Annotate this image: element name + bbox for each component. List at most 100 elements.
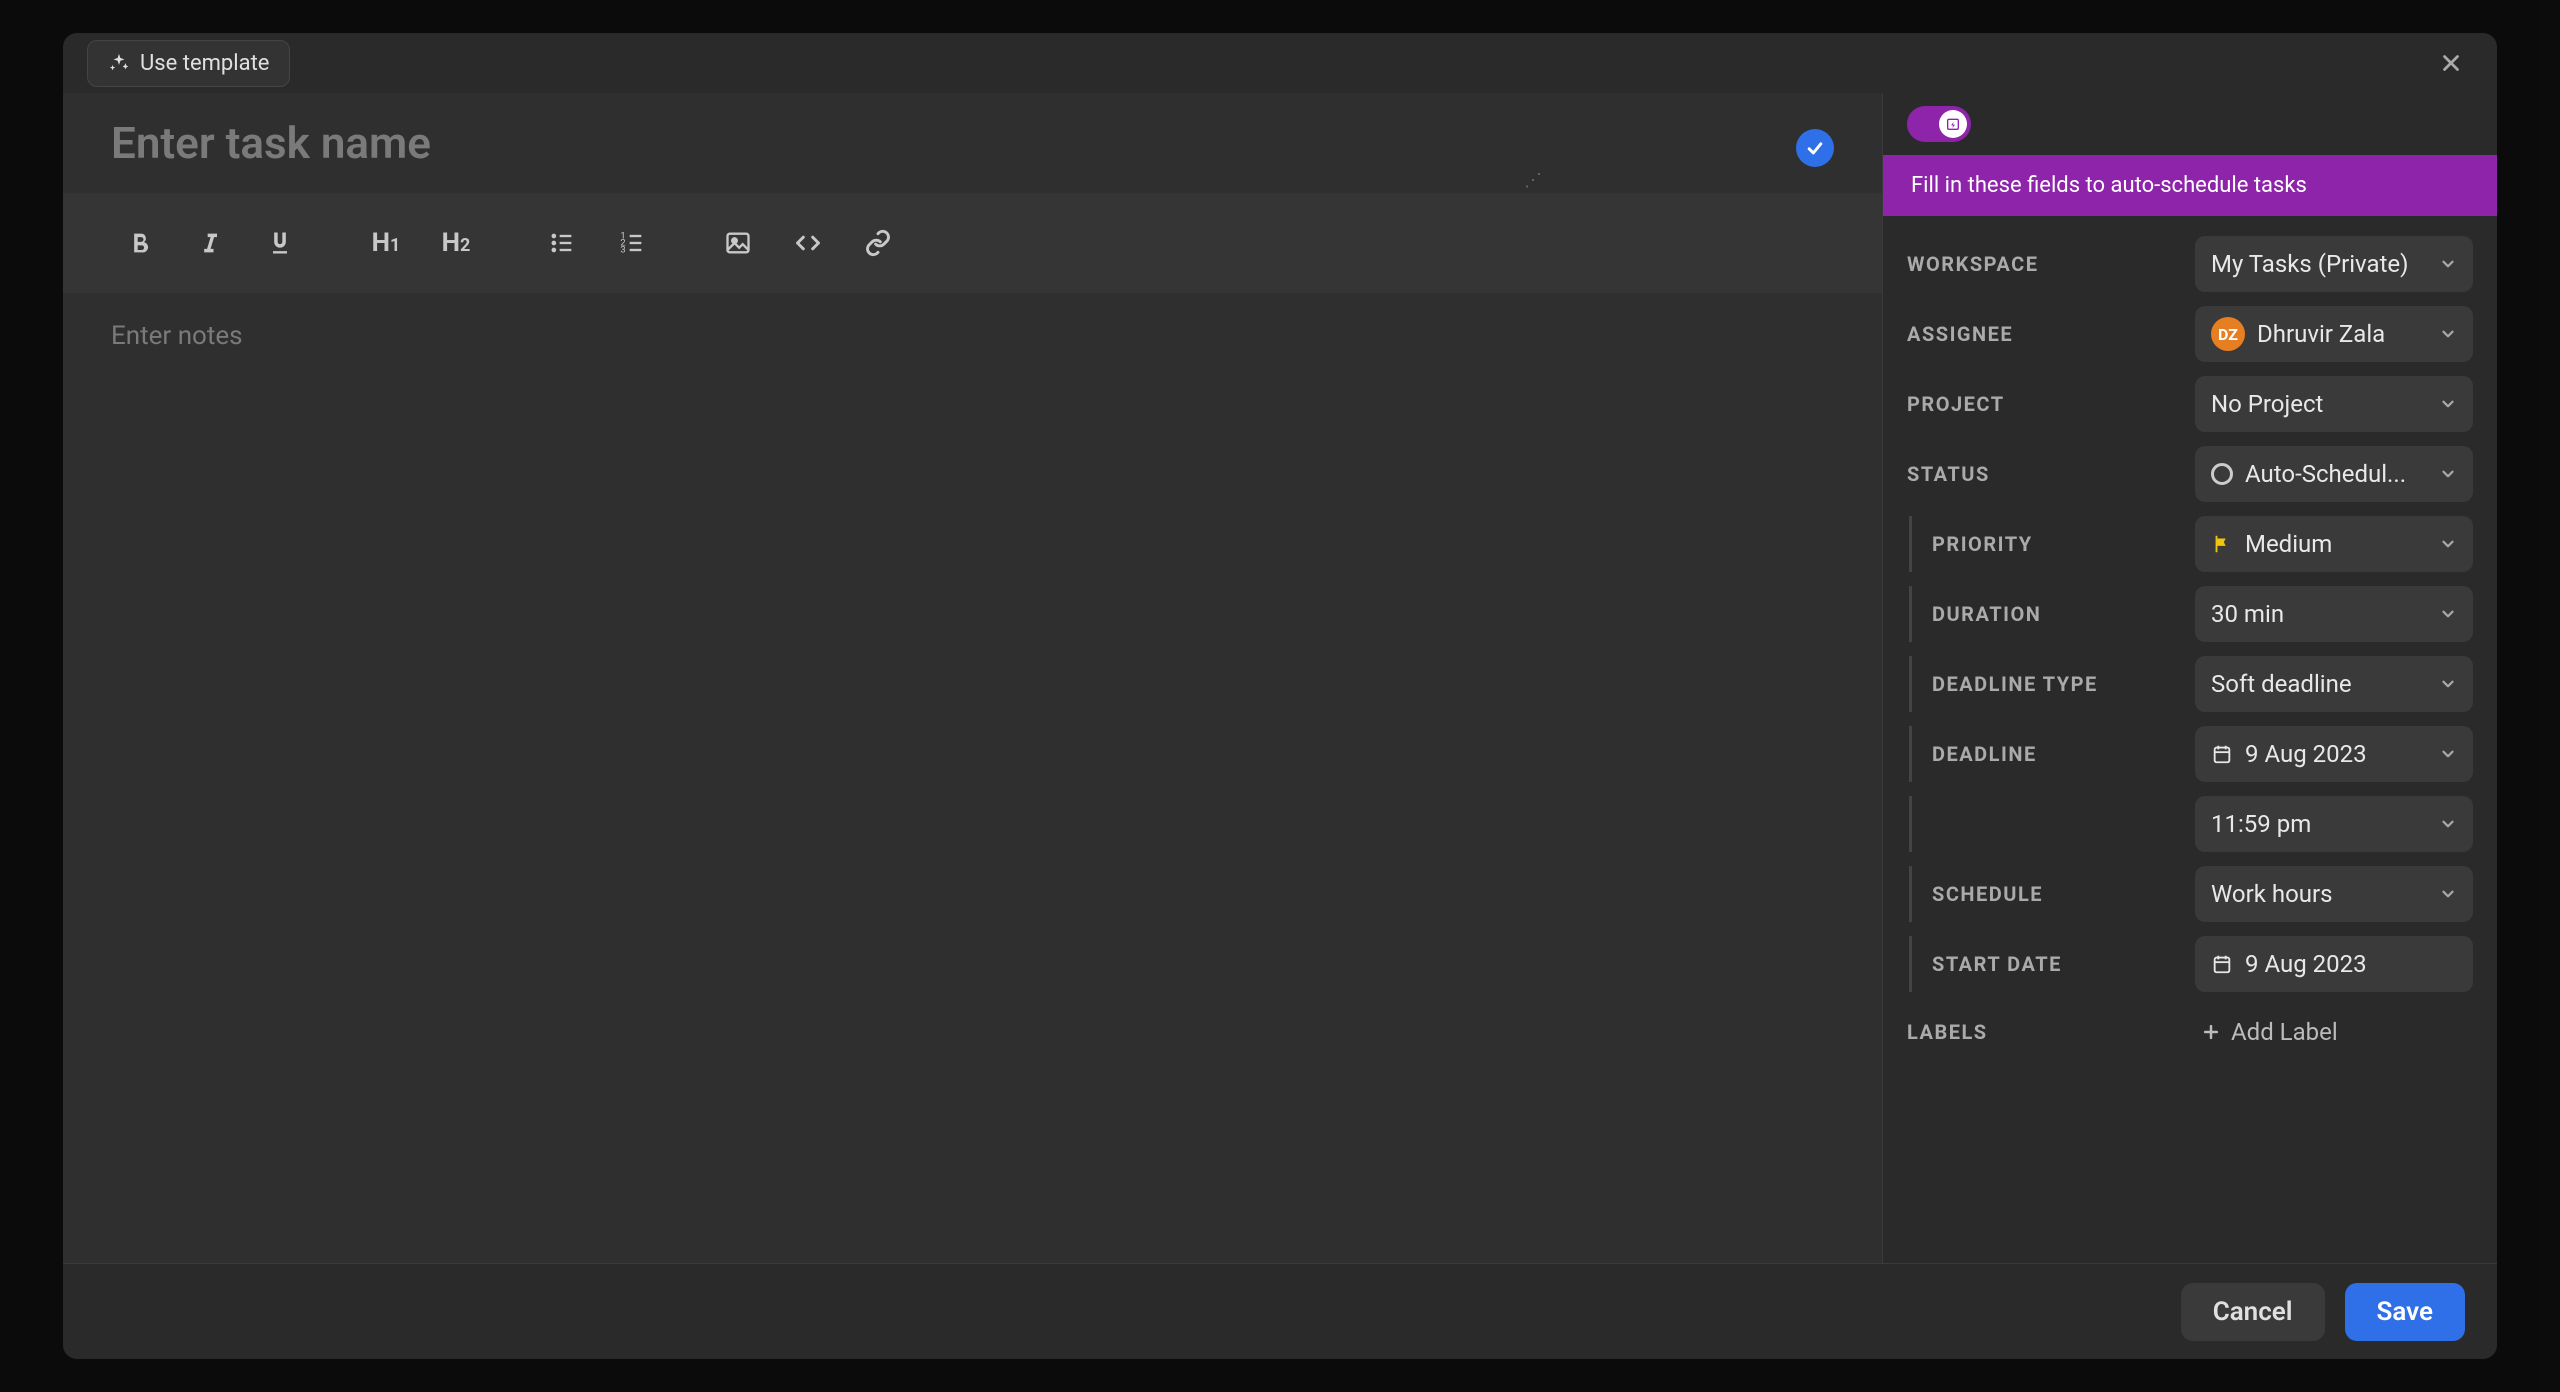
priority-select[interactable]: Medium: [2195, 516, 2473, 572]
task-modal: Use template ⋰: [63, 33, 2497, 1359]
deadline-time-value: 11:59 pm: [2211, 810, 2427, 838]
chevron-down-icon: [2439, 605, 2457, 623]
deadline-type-value: Soft deadline: [2211, 670, 2427, 698]
field-deadline-type: Deadline Type Soft deadline: [1909, 656, 2473, 712]
project-select[interactable]: No Project: [2195, 376, 2473, 432]
check-icon: [1805, 138, 1825, 158]
field-priority: Priority Medium: [1909, 516, 2473, 572]
start-date-value: 9 Aug 2023: [2245, 950, 2457, 978]
properties-pane: Fill in these fields to auto-schedule ta…: [1882, 93, 2497, 1263]
use-template-label: Use template: [140, 51, 269, 76]
h1-icon: H1: [372, 228, 401, 258]
notes-input[interactable]: [111, 321, 1834, 1235]
bold-button[interactable]: [111, 214, 169, 272]
chevron-down-icon: [2439, 255, 2457, 273]
field-duration: Duration 30 min: [1909, 586, 2473, 642]
image-icon: [724, 229, 752, 257]
labels-label: Labels: [1907, 1020, 2179, 1044]
link-icon: [864, 229, 892, 257]
close-icon: [2438, 50, 2464, 76]
heading2-button[interactable]: H2: [427, 214, 485, 272]
status-label: Status: [1907, 462, 2179, 486]
italic-icon: [196, 229, 224, 257]
editor-pane: ⋰ H1 H2: [63, 93, 1882, 1263]
chevron-down-icon: [2439, 325, 2457, 343]
close-button[interactable]: [2429, 41, 2473, 85]
deadline-date-select[interactable]: 9 Aug 2023: [2195, 726, 2473, 782]
notes-area: [63, 293, 1882, 1263]
task-title-input[interactable]: [111, 117, 1772, 181]
h2-icon: H2: [442, 228, 471, 258]
priority-label: Priority: [1932, 532, 2179, 556]
auto-schedule-banner: Fill in these fields to auto-schedule ta…: [1883, 155, 2497, 216]
deadline-time-select[interactable]: 11:59 pm: [2195, 796, 2473, 852]
project-value: No Project: [2211, 390, 2427, 418]
deadline-type-select[interactable]: Soft deadline: [2195, 656, 2473, 712]
workspace-select[interactable]: My Tasks (Private): [2195, 236, 2473, 292]
workspace-label: Workspace: [1907, 252, 2179, 276]
calendar-flash-icon: [1945, 116, 1961, 132]
image-button[interactable]: [709, 214, 767, 272]
status-dot-icon: [2211, 463, 2233, 485]
chevron-down-icon: [2439, 815, 2457, 833]
code-icon: [794, 229, 822, 257]
chevron-down-icon: [2439, 535, 2457, 553]
cancel-button[interactable]: Cancel: [2181, 1283, 2325, 1341]
heading1-button[interactable]: H1: [357, 214, 415, 272]
modal-header: Use template: [63, 33, 2497, 93]
cancel-label: Cancel: [2213, 1297, 2293, 1327]
fields-list: Workspace My Tasks (Private) Assignee DZ…: [1883, 216, 2497, 1263]
use-template-button[interactable]: Use template: [87, 40, 290, 87]
field-workspace: Workspace My Tasks (Private): [1907, 236, 2473, 292]
editor-toolbar: H1 H2 123: [63, 193, 1882, 293]
italic-button[interactable]: [181, 214, 239, 272]
deadline-label: Deadline: [1932, 742, 2179, 766]
complete-toggle[interactable]: [1796, 129, 1834, 167]
bold-icon: [126, 229, 154, 257]
svg-text:3: 3: [620, 244, 625, 255]
field-labels: Labels Add Label: [1907, 1006, 2473, 1058]
calendar-icon: [2211, 743, 2233, 765]
plus-icon: [2201, 1022, 2221, 1042]
duration-value: 30 min: [2211, 600, 2427, 628]
deadline-date-value: 9 Aug 2023: [2245, 740, 2427, 768]
field-deadline: Deadline 9 Aug 2023: [1909, 726, 2473, 782]
chevron-down-icon: [2439, 465, 2457, 483]
save-label: Save: [2377, 1297, 2434, 1327]
start-date-label: Start Date: [1932, 952, 2179, 976]
priority-value: Medium: [2245, 530, 2427, 558]
chevron-down-icon: [2439, 885, 2457, 903]
duration-select[interactable]: 30 min: [2195, 586, 2473, 642]
title-row: ⋰: [63, 93, 1882, 193]
schedule-select[interactable]: Work hours: [2195, 866, 2473, 922]
assignee-select[interactable]: DZ Dhruvir Zala: [2195, 306, 2473, 362]
schedule-value: Work hours: [2211, 880, 2427, 908]
start-date-select[interactable]: 9 Aug 2023: [2195, 936, 2473, 992]
auto-schedule-toggle-row: [1883, 93, 2497, 155]
save-button[interactable]: Save: [2345, 1283, 2466, 1341]
chevron-down-icon: [2439, 395, 2457, 413]
auto-schedule-toggle[interactable]: [1907, 106, 1971, 142]
chevron-down-icon: [2439, 675, 2457, 693]
underline-icon: [266, 229, 294, 257]
status-value: Auto-Schedul...: [2245, 460, 2427, 488]
schedule-label: Schedule: [1932, 882, 2179, 906]
link-button[interactable]: [849, 214, 907, 272]
field-assignee: Assignee DZ Dhruvir Zala: [1907, 306, 2473, 362]
deadline-type-label: Deadline Type: [1932, 672, 2179, 696]
numbered-list-button[interactable]: 123: [603, 214, 661, 272]
toggle-knob: [1939, 110, 1967, 138]
add-label-text: Add Label: [2231, 1018, 2338, 1046]
modal-footer: Cancel Save: [63, 1263, 2497, 1359]
duration-label: Duration: [1932, 602, 2179, 626]
numbered-list-icon: 123: [618, 229, 646, 257]
avatar: DZ: [2211, 317, 2245, 351]
code-button[interactable]: [779, 214, 837, 272]
sparkle-icon: [108, 52, 130, 74]
field-status: Status Auto-Schedul...: [1907, 446, 2473, 502]
bullet-list-button[interactable]: [533, 214, 591, 272]
add-label-button[interactable]: Add Label: [2195, 1006, 2473, 1058]
calendar-icon: [2211, 953, 2233, 975]
underline-button[interactable]: [251, 214, 309, 272]
status-select[interactable]: Auto-Schedul...: [2195, 446, 2473, 502]
